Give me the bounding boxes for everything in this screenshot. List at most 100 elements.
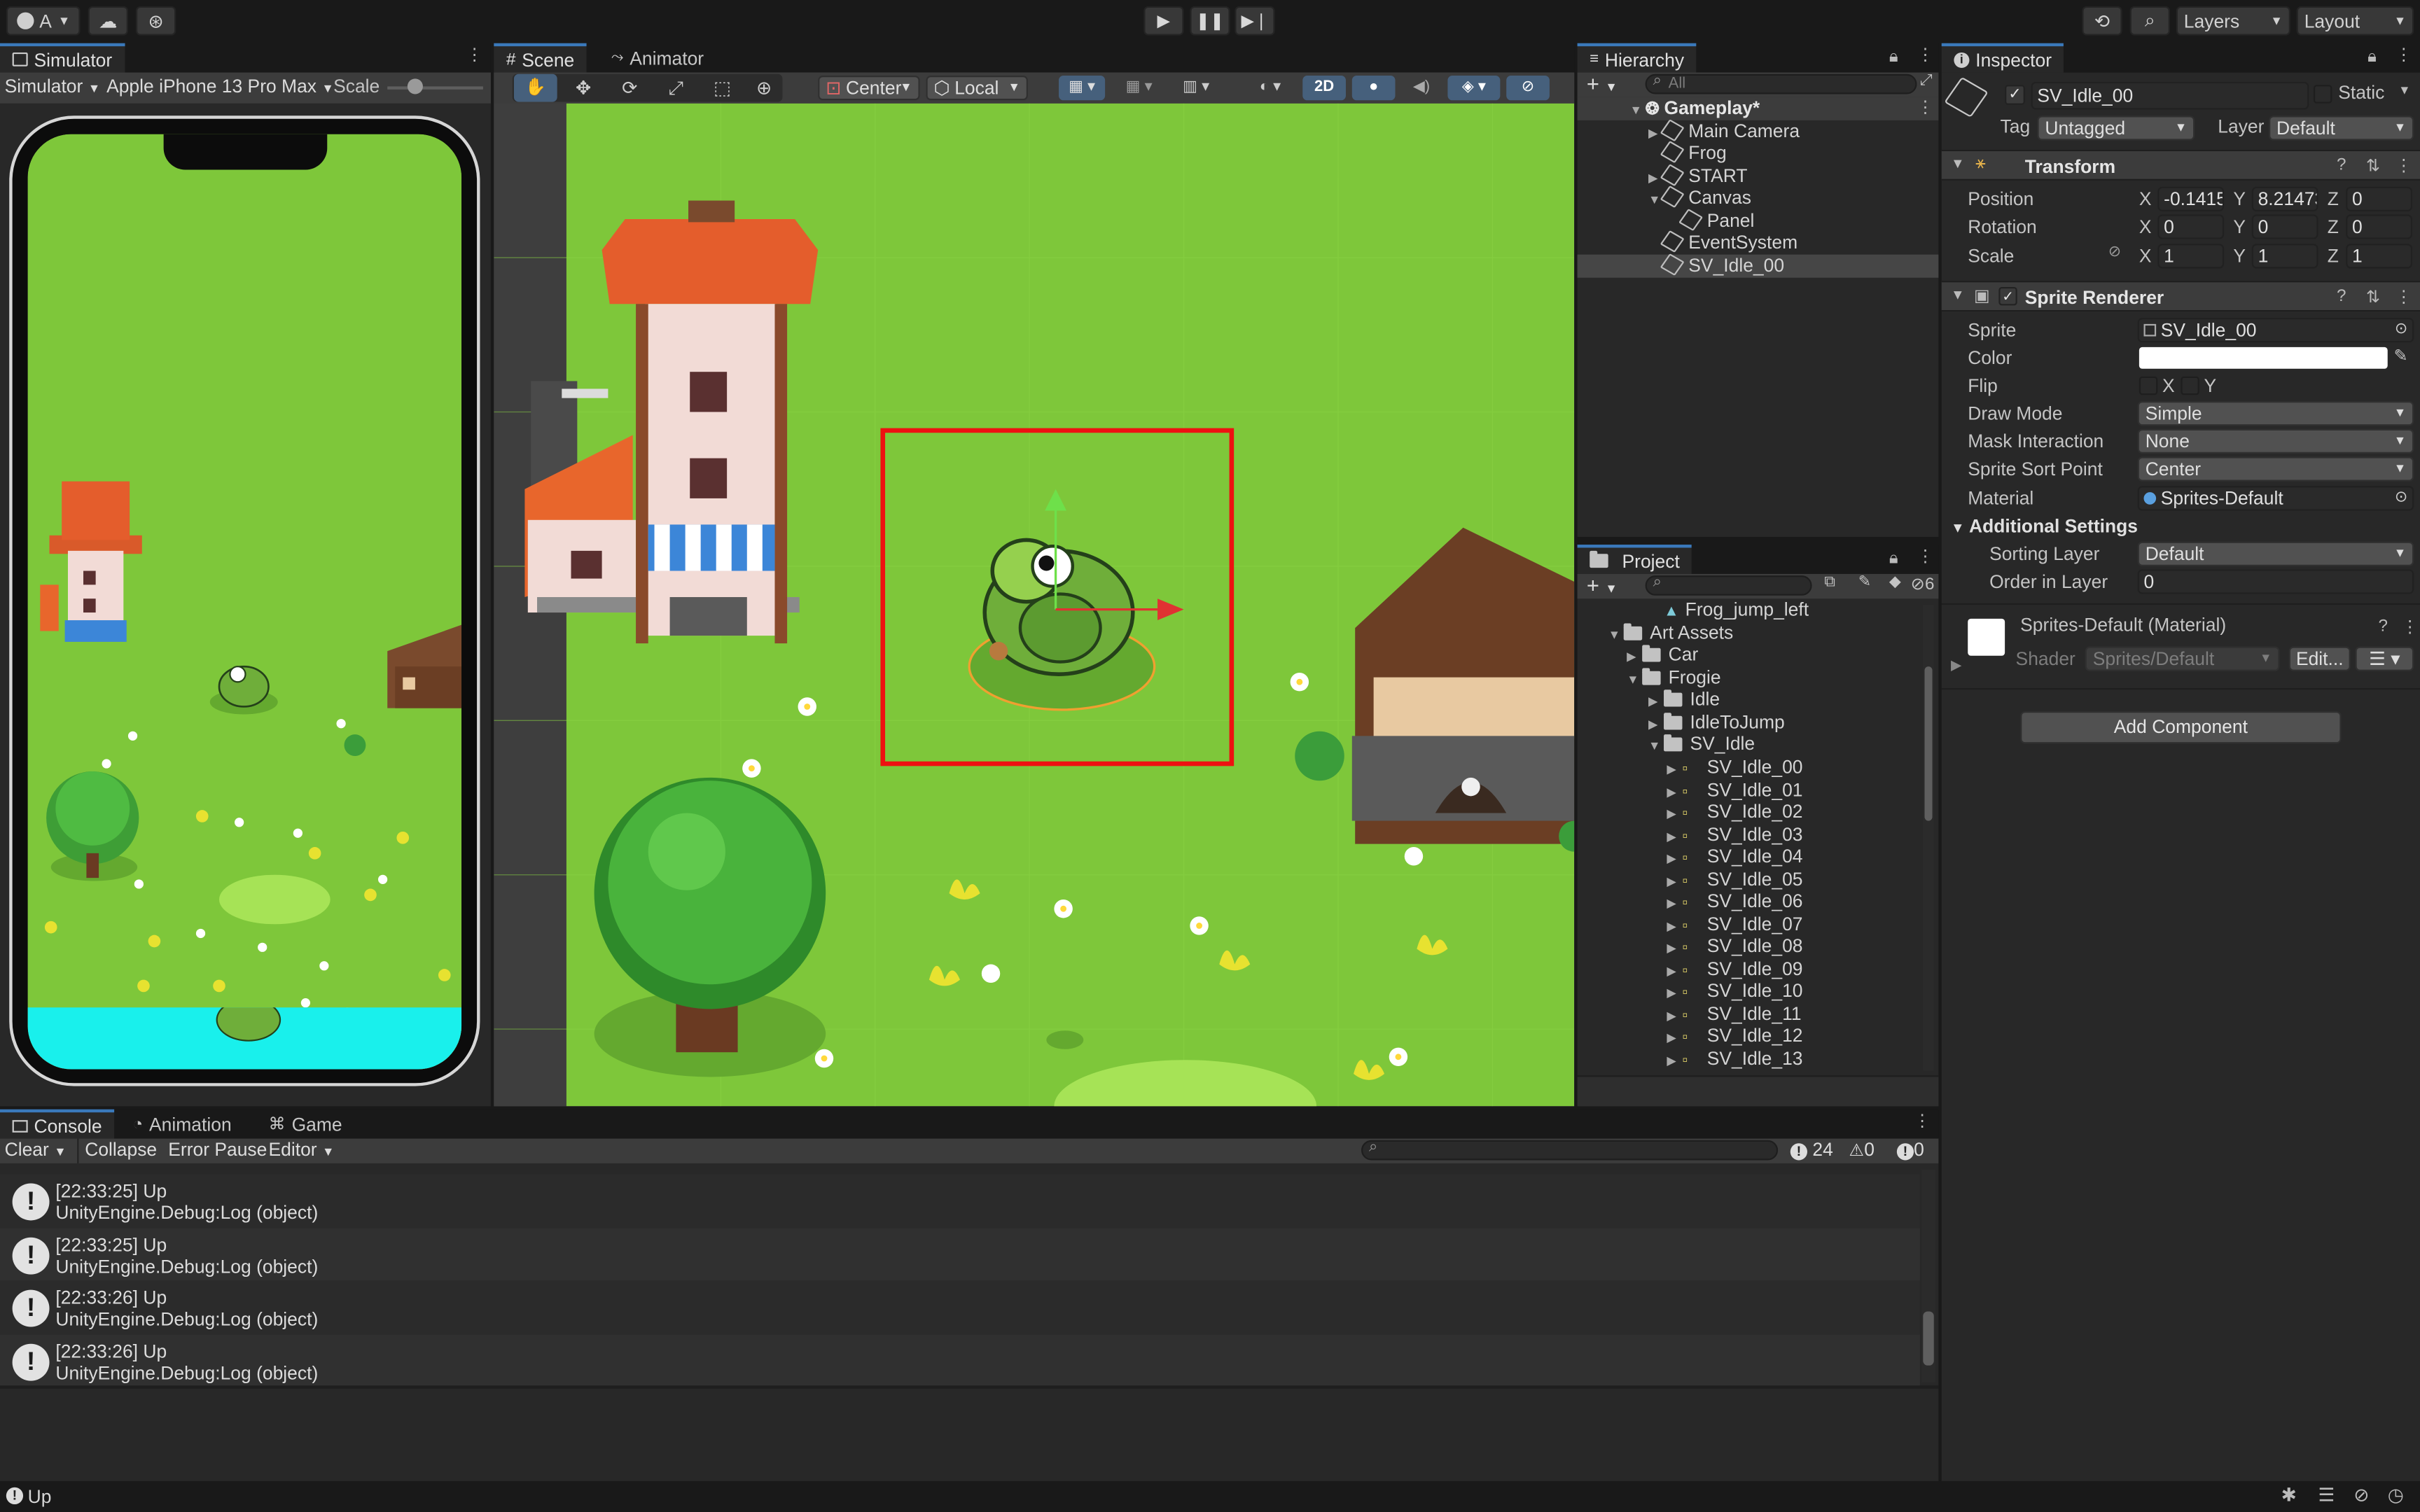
tab-animator[interactable]: ⤳ Animator <box>599 43 716 73</box>
console-entry[interactable]: ! [22:33:25] Up UnityEngine.Debug:Log (o… <box>0 1227 1920 1281</box>
error-pause-toggle[interactable]: Error Pause <box>168 1139 267 1161</box>
sprite-item[interactable]: ▶ ▫ SV_Idle_02 <box>1667 801 1802 823</box>
console-detail-splitter[interactable] <box>0 1385 1939 1389</box>
increment-snap-button[interactable]: ▦ ▾ <box>1116 76 1162 100</box>
history-button[interactable]: ⟲ <box>2082 6 2122 36</box>
sprite-item[interactable]: ▶ ▫ SV_Idle_11 <box>1667 1002 1801 1025</box>
add-button[interactable]: + ▼ <box>1587 71 1618 95</box>
pause-button[interactable]: ❚❚ <box>1190 6 1230 36</box>
rotation-z-field[interactable]: 0 <box>2346 214 2413 239</box>
tab-hierarchy[interactable]: ≡ Hierarchy <box>1577 43 1697 73</box>
transform-tool-button[interactable]: ⊕ <box>746 74 783 102</box>
material-field[interactable]: Sprites-Default ⊙ <box>2137 486 2414 511</box>
foldout-arrow-icon[interactable]: ▶ <box>1951 657 1961 674</box>
flip-x-checkbox[interactable] <box>2139 376 2158 396</box>
object-name-field[interactable]: SV_Idle_00 <box>2031 81 2309 110</box>
scale-slider[interactable] <box>387 86 483 90</box>
play-button[interactable]: ▶ <box>1143 6 1184 36</box>
status-message[interactable]: Up <box>28 1486 52 1508</box>
sprite-renderer-enabled-toggle[interactable]: ✓ <box>1998 286 2017 306</box>
project-folder[interactable]: ▼ SV_Idle <box>1648 733 1755 755</box>
more-options-icon[interactable]: ⋮ <box>2395 45 2412 64</box>
more-options-icon[interactable]: ⋮ <box>1917 97 1933 117</box>
step-button[interactable]: ▶❘ <box>1235 6 1275 36</box>
simulator-mode-dropdown[interactable]: Simulator ▼ <box>5 76 101 97</box>
transform-header[interactable]: ▼ ⚹ Transform ? ⇅ ⋮ <box>1941 149 2420 181</box>
lock-icon[interactable]: 🔒︎ <box>1889 550 1898 570</box>
sorting-layer-dropdown[interactable]: Default ▼ <box>2137 541 2414 566</box>
sprite-item[interactable]: ▶ ▫ SV_Idle_10 <box>1667 980 1802 1002</box>
clear-button[interactable]: Clear ▼ <box>5 1139 67 1161</box>
sprite-item[interactable]: ▶ ▫ SV_Idle_09 <box>1667 958 1802 980</box>
preset-icon[interactable]: ⇅ <box>2366 156 2380 176</box>
pivot-dropdown[interactable]: ⊡ Center ▼ <box>818 76 920 101</box>
audio-button[interactable]: ◀) <box>1401 76 1441 100</box>
more-options-icon[interactable]: ⋮ <box>2402 617 2419 637</box>
hidden-count-badge[interactable]: ⊘6 <box>1911 574 1935 594</box>
flip-y-checkbox[interactable] <box>2181 376 2199 396</box>
search-by-label-icon[interactable]: ✎ <box>1858 574 1871 591</box>
sprite-item[interactable]: ▶ ▫ SV_Idle_04 <box>1667 846 1802 868</box>
hand-tool-button[interactable]: ✋ <box>513 74 557 102</box>
help-icon[interactable]: ? <box>2337 156 2346 174</box>
help-icon[interactable]: ? <box>2379 617 2388 636</box>
grid-snap-button[interactable]: ▦ ▾ <box>1059 76 1106 101</box>
tab-inspector[interactable]: i Inspector <box>1941 43 2064 73</box>
cache-server-icon[interactable]: ☰ <box>2318 1484 2335 1506</box>
console-scrollbar-thumb[interactable] <box>1923 1311 1934 1366</box>
sprite-renderer-header[interactable]: ▼ ▣ ✓ Sprite Renderer ? ⇅ ⋮ <box>1941 281 2420 312</box>
project-item[interactable]: ▲ Frog_jump_left <box>1664 598 1809 621</box>
collab-button[interactable]: ⊛ <box>135 6 176 36</box>
sprite-item[interactable]: ▶ ▫ SV_Idle_01 <box>1667 778 1802 801</box>
account-dropdown[interactable]: A ▼ <box>6 6 81 36</box>
chevron-down-icon[interactable]: ▼ <box>2398 83 2410 97</box>
project-scrollbar-thumb[interactable] <box>1924 666 1933 821</box>
more-options-icon[interactable]: ⋮ <box>1917 45 1933 64</box>
tab-scene[interactable]: # Scene <box>494 43 587 73</box>
constrain-proportions-icon[interactable]: ⊘ <box>2108 244 2121 260</box>
shader-menu-button[interactable]: ☰ ▾ <box>2355 646 2414 671</box>
console-entry[interactable]: ! [22:33:26] Up UnityEngine.Debug:Log (o… <box>0 1334 1920 1387</box>
hierarchy-item-selected[interactable]: SV_Idle_00 <box>1577 253 1939 277</box>
add-component-button[interactable]: Add Component <box>2020 711 2342 744</box>
static-toggle[interactable] <box>2313 85 2332 104</box>
hidden-objects-button[interactable]: ⊘ <box>1506 76 1550 101</box>
tab-game[interactable]: ⌘ Game <box>256 1110 354 1139</box>
object-active-toggle[interactable]: ✓ <box>2005 85 2025 105</box>
sprite-item[interactable]: ▶ ▫ SV_Idle_06 <box>1667 890 1802 913</box>
tab-simulator[interactable]: Simulator <box>0 43 125 73</box>
layer-dropdown[interactable]: Default ▼ <box>2269 115 2414 141</box>
collapse-toggle[interactable]: Collapse <box>85 1139 157 1161</box>
position-z-field[interactable]: 0 <box>2346 186 2413 211</box>
layers-dropdown[interactable]: Layers ▼ <box>2176 6 2290 36</box>
help-icon[interactable]: ? <box>2337 287 2346 305</box>
sprite-item[interactable]: ▶ ▫ SV_Idle_05 <box>1667 868 1802 890</box>
position-y-field[interactable]: 8.21473 <box>2251 186 2318 211</box>
lock-icon[interactable]: 🔒︎ <box>2367 48 2377 68</box>
progress-icon[interactable]: ◷ <box>2388 1484 2404 1506</box>
scale-tool-button[interactable]: ⤢ <box>656 74 696 102</box>
expand-icon[interactable]: ⤢ <box>1920 73 1933 90</box>
rotation-x-field[interactable]: 0 <box>2157 214 2225 239</box>
align-button[interactable]: ▥ ▾ <box>1173 76 1219 100</box>
scale-x-field[interactable]: 1 <box>2157 244 2225 269</box>
hierarchy-item[interactable]: ▶ START <box>1648 164 1748 188</box>
shader-dropdown[interactable]: Sprites/Default ▼ <box>2085 646 2280 671</box>
hierarchy-search-input[interactable]: ⌕ All <box>1645 73 1917 94</box>
shading-mode-button[interactable]: ◐ ▾ <box>1247 76 1293 100</box>
more-options-icon[interactable]: ⋮ <box>466 45 483 64</box>
device-screen[interactable] <box>27 134 462 1070</box>
draw-mode-dropdown[interactable]: Simple ▼ <box>2137 401 2414 426</box>
edit-shader-button[interactable]: Edit... <box>2288 646 2351 671</box>
more-options-icon[interactable]: ⋮ <box>1917 546 1933 566</box>
eyedropper-icon[interactable]: ✎ <box>2394 346 2408 365</box>
create-button[interactable]: + ▼ <box>1587 573 1618 597</box>
warning-count-toggle[interactable]: ⚠0 <box>1849 1139 1875 1161</box>
editor-dropdown[interactable]: Editor ▼ <box>269 1139 335 1161</box>
tag-dropdown[interactable]: Untagged ▼ <box>2037 115 2195 141</box>
preset-icon[interactable]: ⇅ <box>2366 287 2380 307</box>
hierarchy-item[interactable]: ▼ Canvas <box>1648 185 1751 209</box>
color-swatch[interactable] <box>2139 346 2388 369</box>
search-button[interactable]: ⌕ <box>2129 6 2170 36</box>
console-entry[interactable]: ! [22:33:25] Up UnityEngine.Debug:Log (o… <box>0 1174 1920 1228</box>
